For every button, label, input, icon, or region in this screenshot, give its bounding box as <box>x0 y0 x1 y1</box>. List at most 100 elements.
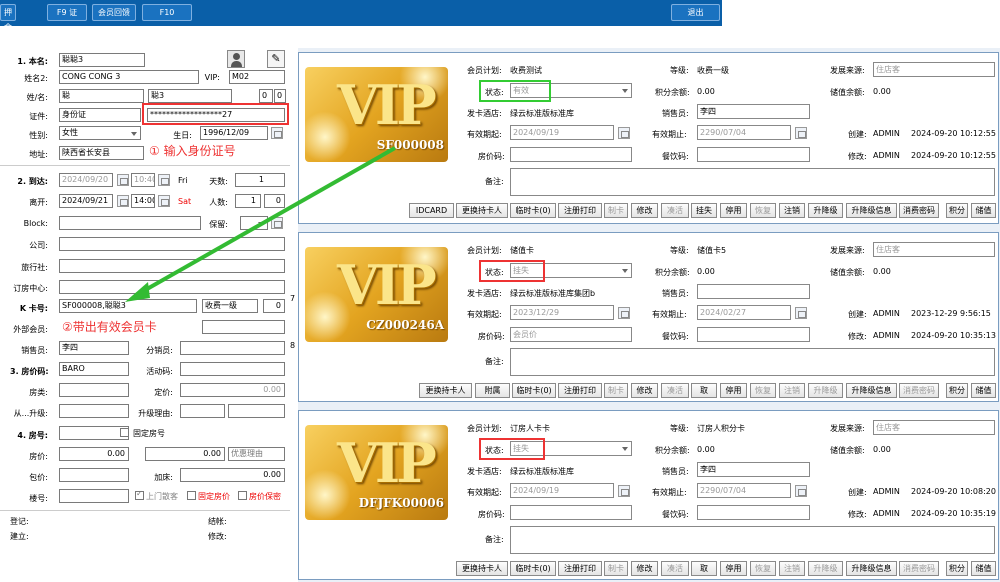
card-action-button[interactable]: 消费密码 <box>899 383 939 398</box>
card-action-button[interactable]: 凑活 <box>661 383 689 398</box>
card-action-button[interactable]: 恢复 <box>750 383 776 398</box>
valid-to-calendar-icon[interactable] <box>795 485 807 497</box>
rate-field[interactable]: BARO <box>59 362 129 376</box>
name-field[interactable]: 聪聪3 <box>59 53 145 67</box>
discount-reason-field[interactable]: 优惠理由 <box>228 447 285 461</box>
kcard-count-field[interactable]: 0 <box>263 299 285 313</box>
act-field[interactable] <box>180 362 285 376</box>
arrive-date-field[interactable]: 2024/09/20 <box>59 173 113 187</box>
valid-to-field[interactable]: 2024/02/27 <box>697 305 791 320</box>
card-action-button[interactable]: 升降级 <box>808 383 843 398</box>
kcard-field[interactable]: SF000008,聪聪3 <box>59 299 197 313</box>
card-action-button[interactable]: 停用 <box>720 561 747 576</box>
valid-to-calendar-icon[interactable] <box>795 127 807 139</box>
block-field[interactable] <box>59 216 201 230</box>
id-type-field[interactable]: 身份证 <box>59 108 141 122</box>
kcard-type-field[interactable]: 收费一级 <box>202 299 258 313</box>
valid-to-calendar-icon[interactable] <box>795 307 807 319</box>
leave-clock-icon[interactable] <box>158 195 170 207</box>
note-field[interactable] <box>510 168 995 196</box>
center-field[interactable] <box>59 280 285 294</box>
card-action-button[interactable]: 取 <box>691 561 717 576</box>
room-field[interactable] <box>59 426 129 440</box>
exit-button[interactable]: 退出 <box>671 4 720 21</box>
card-action-button[interactable]: 注册打印 <box>558 561 602 576</box>
walkin-checkbox[interactable] <box>135 489 144 500</box>
valid-from-calendar-icon[interactable] <box>618 307 630 319</box>
stay-field[interactable] <box>59 489 129 503</box>
card-action-button[interactable]: 储值 <box>971 383 996 398</box>
person-icon[interactable] <box>227 50 245 68</box>
pkg-field[interactable] <box>59 468 129 482</box>
card-action-button[interactable]: 积分 <box>946 383 968 398</box>
addr-field[interactable]: 陕西省长安县 <box>59 146 144 160</box>
count2-field[interactable]: 0 <box>274 89 286 103</box>
count1-field[interactable]: 0 <box>259 89 273 103</box>
source-field[interactable]: 住店客 <box>873 242 995 257</box>
arrive-time-field[interactable]: 10:40 <box>131 173 155 187</box>
card-action-button[interactable]: 停用 <box>720 203 747 218</box>
leave-calendar-icon[interactable] <box>117 195 129 207</box>
card-action-button[interactable]: 注册打印 <box>558 383 602 398</box>
agent-field[interactable] <box>59 259 285 273</box>
meal-code-field[interactable] <box>697 147 810 162</box>
price-field[interactable]: 0.00 <box>180 383 285 397</box>
fixed-price-checkbox[interactable] <box>187 491 196 500</box>
valid-to-field[interactable]: 2290/07/04 <box>697 125 791 140</box>
f10-button[interactable]: F10 <box>142 4 192 21</box>
card-action-button[interactable]: 制卡 <box>604 561 628 576</box>
card-action-button[interactable]: 停用 <box>720 383 747 398</box>
deposit-button[interactable]: 押金 <box>0 4 16 32</box>
name2-field[interactable]: CONG CONG 3 <box>59 70 199 84</box>
card-action-button[interactable]: 升降级信息 <box>846 383 897 398</box>
card-action-button[interactable]: 取 <box>691 383 717 398</box>
from-field[interactable] <box>59 404 129 418</box>
card-action-button[interactable]: 升降级信息 <box>846 561 897 576</box>
card-action-button[interactable]: 恢复 <box>750 203 776 218</box>
card-action-button[interactable]: 临时卡(0) <box>512 383 556 398</box>
card-action-button[interactable]: 更换持卡人 <box>456 561 508 576</box>
card-action-button[interactable]: 消费密码 <box>899 203 939 218</box>
meal-code-field[interactable] <box>697 505 810 520</box>
card-action-button[interactable]: 制卡 <box>604 383 628 398</box>
price-secret-checkbox[interactable] <box>238 491 247 500</box>
people2-field[interactable]: 0 <box>264 194 285 208</box>
card-action-button[interactable]: 注销 <box>779 203 805 218</box>
valid-from-calendar-icon[interactable] <box>618 127 630 139</box>
card-action-button[interactable]: 注册打印 <box>558 203 602 218</box>
card-action-button[interactable]: 修改 <box>631 203 658 218</box>
note-field[interactable] <box>510 348 995 376</box>
room-code-field[interactable] <box>510 505 632 520</box>
valid-from-field[interactable]: 2024/09/19 <box>510 125 614 140</box>
card-action-button[interactable]: 制卡 <box>604 203 628 218</box>
card-action-button[interactable]: 积分 <box>946 203 968 218</box>
source-field[interactable]: 住店客 <box>873 62 995 77</box>
company-field[interactable] <box>59 237 285 251</box>
card-action-button[interactable]: 临时卡(0) <box>510 561 556 576</box>
leave-date-field[interactable]: 2024/09/21 <box>59 194 113 208</box>
days-field[interactable]: 1 <box>235 173 285 187</box>
card-action-button[interactable]: 挂失 <box>691 203 717 218</box>
card-action-button[interactable]: 储值 <box>971 203 996 218</box>
sales-field[interactable]: 李四 <box>697 462 810 477</box>
sales-field[interactable]: 李四 <box>59 341 129 355</box>
sales-field[interactable] <box>697 284 810 299</box>
edit-pencil-icon[interactable]: ✎ <box>267 50 285 68</box>
valid-from-field[interactable]: 2024/09/19 <box>510 483 614 498</box>
card-action-button[interactable]: 恢复 <box>750 561 776 576</box>
upgrade-field[interactable] <box>180 404 225 418</box>
leave-time-field[interactable]: 14:00 <box>131 194 155 208</box>
card-action-button[interactable]: 升降级 <box>808 561 843 576</box>
card-action-button[interactable]: 临时卡(0) <box>510 203 556 218</box>
birth-calendar-icon[interactable] <box>271 127 283 139</box>
rprice-field[interactable]: 0.00 <box>59 447 129 461</box>
sub-sales-field[interactable] <box>180 341 285 355</box>
card-action-button[interactable]: 凑活 <box>661 561 689 576</box>
room-code-field[interactable] <box>510 147 632 162</box>
card-action-button[interactable]: 更换持卡人 <box>456 203 508 218</box>
card-action-button[interactable]: 修改 <box>631 561 658 576</box>
card-action-button[interactable]: 升降级信息 <box>846 203 897 218</box>
room-code-field[interactable]: 会员价 <box>510 327 632 342</box>
source-field[interactable]: 住店客 <box>873 420 995 435</box>
card-action-button[interactable]: 注销 <box>779 561 805 576</box>
